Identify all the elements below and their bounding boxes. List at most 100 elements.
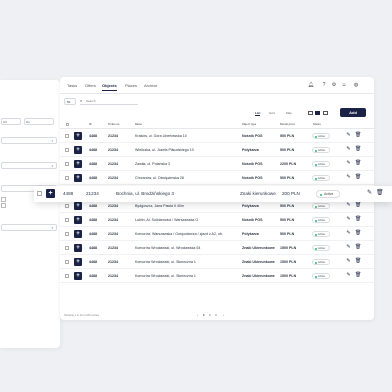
highlighted-row[interactable]: + 4488 21234 Bochnia, ul. Brodzińskiego … <box>34 186 392 202</box>
trash-icon[interactable]: 🗑︎ <box>355 203 361 208</box>
trash-icon[interactable]: 🗑︎ <box>355 245 361 250</box>
trash-icon[interactable]: 🗑︎ <box>355 231 361 236</box>
filter-select-type[interactable]: ▾ <box>1 137 57 144</box>
trash-icon[interactable]: 🗑︎ <box>355 217 361 222</box>
row-no: 21234 <box>108 246 118 250</box>
filter-checkbox-1[interactable] <box>1 197 8 202</box>
row-checkbox[interactable] <box>65 162 69 166</box>
row-checkbox[interactable] <box>65 148 69 152</box>
range-from-input[interactable]: Od <box>1 118 21 125</box>
filter-select-status[interactable]: ▾ <box>1 162 57 169</box>
expand-row-button[interactable]: + <box>74 258 82 266</box>
stage: Od Do ▾ ▾ ▾ ▾ Tasks Offers Objects <box>0 0 392 392</box>
table-row[interactable]: +4488 21234 Komorów Wrocławski, ul. Słonec… <box>60 255 374 269</box>
expand-row-button[interactable]: + <box>74 132 82 140</box>
row-checkbox[interactable] <box>65 176 69 180</box>
expand-row-button[interactable]: + <box>74 230 82 238</box>
search-input[interactable]: ⌕ Search <box>80 98 138 105</box>
col-header-no[interactable]: Ticket no. <box>108 123 120 126</box>
col-header-name[interactable]: Name <box>135 123 142 126</box>
tab-tasks[interactable]: Tasks <box>67 83 77 88</box>
edit-icon[interactable]: ✎ <box>366 190 373 197</box>
view-option-map[interactable]: Map <box>286 111 292 115</box>
edit-icon[interactable]: ✎ <box>346 133 351 138</box>
col-header-id[interactable]: ID <box>89 123 92 126</box>
row-checkbox[interactable] <box>65 274 69 278</box>
expand-row-button[interactable]: + <box>74 174 82 182</box>
edit-icon[interactable]: ✎ <box>346 203 351 208</box>
row-name: Zawiła, ul. Polańska 3 <box>135 162 170 166</box>
page-2[interactable]: 2 <box>209 313 211 317</box>
page-3[interactable]: 3 <box>215 313 217 317</box>
select-all-checkbox[interactable] <box>66 123 69 126</box>
table-row[interactable]: +4488 21234 Komorów Wrocławski, ul. Wrocła… <box>60 241 374 255</box>
row-checkbox[interactable] <box>65 204 69 208</box>
row-checkbox[interactable] <box>65 246 69 250</box>
edit-icon[interactable]: ✎ <box>346 161 351 166</box>
edit-icon[interactable]: ✎ <box>346 217 351 222</box>
col-header-status[interactable]: Status <box>313 123 321 126</box>
trash-icon[interactable]: 🗑︎ <box>355 259 361 264</box>
expand-row-button[interactable]: + <box>74 272 82 280</box>
status-badge: Active <box>312 244 330 251</box>
table-row[interactable]: +4488 21234 Lublin, Al. Solidarności / War… <box>60 213 374 227</box>
expand-row-button[interactable]: + <box>74 216 82 224</box>
list-view-icon[interactable] <box>308 111 313 115</box>
expand-row-button[interactable]: + <box>74 160 82 168</box>
filter-select-other[interactable]: ▾ <box>1 224 57 231</box>
per-page-select[interactable]: 50 <box>64 98 76 105</box>
trash-icon[interactable]: 🗑︎ <box>355 133 361 138</box>
col-header-type[interactable]: Object type <box>242 123 256 126</box>
settings-icon[interactable]: ⚙ <box>331 82 337 88</box>
view-option-grid[interactable]: Grid <box>269 111 275 115</box>
tab-places[interactable]: Places <box>125 83 137 88</box>
row-checkbox[interactable] <box>65 260 69 264</box>
trash-icon[interactable]: 🗑︎ <box>355 175 361 180</box>
next-page-icon[interactable]: › <box>223 313 224 317</box>
tab-offers[interactable]: Offers <box>85 83 96 88</box>
user-icon[interactable]: ☺ <box>341 82 347 88</box>
edit-icon[interactable]: ✎ <box>346 273 351 278</box>
expand-row-button[interactable]: + <box>74 202 82 210</box>
help-icon[interactable]: ? <box>321 82 327 88</box>
filter-panel: Od Do ▾ ▾ ▾ ▾ <box>0 80 60 348</box>
page-1[interactable]: 1 <box>203 313 205 317</box>
row-checkbox[interactable] <box>65 232 69 236</box>
edit-icon[interactable]: ✎ <box>346 175 351 180</box>
trash-icon[interactable]: 🗑︎ <box>355 147 361 152</box>
globe-icon[interactable]: ◍ <box>353 82 359 88</box>
table-row[interactable]: +4488 21234 Wieliczka, ul. Józefa Piłsudsk… <box>60 143 374 157</box>
trash-icon[interactable]: 🗑︎ <box>355 161 361 166</box>
compact-view-icon[interactable] <box>315 111 320 115</box>
row-price: 1500 PLN <box>280 246 297 250</box>
edit-icon[interactable]: ✎ <box>346 147 351 152</box>
add-button[interactable]: Add <box>340 108 366 117</box>
row-checkbox[interactable] <box>65 218 69 222</box>
row-price: 500 PLN <box>280 176 295 180</box>
tab-objects[interactable]: Objects <box>102 83 117 91</box>
range-to-input[interactable]: Do <box>24 118 54 125</box>
edit-icon[interactable]: ✎ <box>346 259 351 264</box>
grid-view-icon[interactable] <box>323 111 328 115</box>
tab-archive[interactable]: Archive <box>144 83 157 88</box>
col-header-price[interactable]: Rental price <box>280 123 295 126</box>
expand-row-button[interactable]: + <box>46 189 55 198</box>
trash-icon[interactable]: 🗑︎ <box>355 273 361 278</box>
table-row[interactable]: +4488 21234 Zawiła, ul. Polańska 3 Nośnik P… <box>60 157 374 171</box>
edit-icon[interactable]: ✎ <box>346 245 351 250</box>
trash-icon[interactable]: 🗑︎ <box>376 190 384 197</box>
chevron-down-icon: ▾ <box>51 139 53 143</box>
view-option-list[interactable]: List <box>255 111 261 116</box>
expand-row-button[interactable]: + <box>74 146 82 154</box>
table-row[interactable]: +4488 21234 Kraków, ul. Góra Libertowska 1… <box>60 129 374 143</box>
filter-checkbox-2[interactable] <box>1 203 8 208</box>
bell-icon[interactable]: 🔔︎ <box>308 82 314 88</box>
prev-page-icon[interactable]: ‹ <box>197 313 198 317</box>
edit-icon[interactable]: ✎ <box>346 231 351 236</box>
table-row[interactable]: +4488 21234 Komorów Wrocławski, ul. Słonec… <box>60 269 374 283</box>
table-row[interactable]: +4488 21234 Chrzanów, ul. Oświęcimska 28 No… <box>60 171 374 185</box>
row-checkbox[interactable] <box>65 134 69 138</box>
row-checkbox[interactable] <box>37 191 42 196</box>
table-row[interactable]: +4488 21234 Komorów, Warszawska / Gospodar… <box>60 227 374 241</box>
expand-row-button[interactable]: + <box>74 244 82 252</box>
